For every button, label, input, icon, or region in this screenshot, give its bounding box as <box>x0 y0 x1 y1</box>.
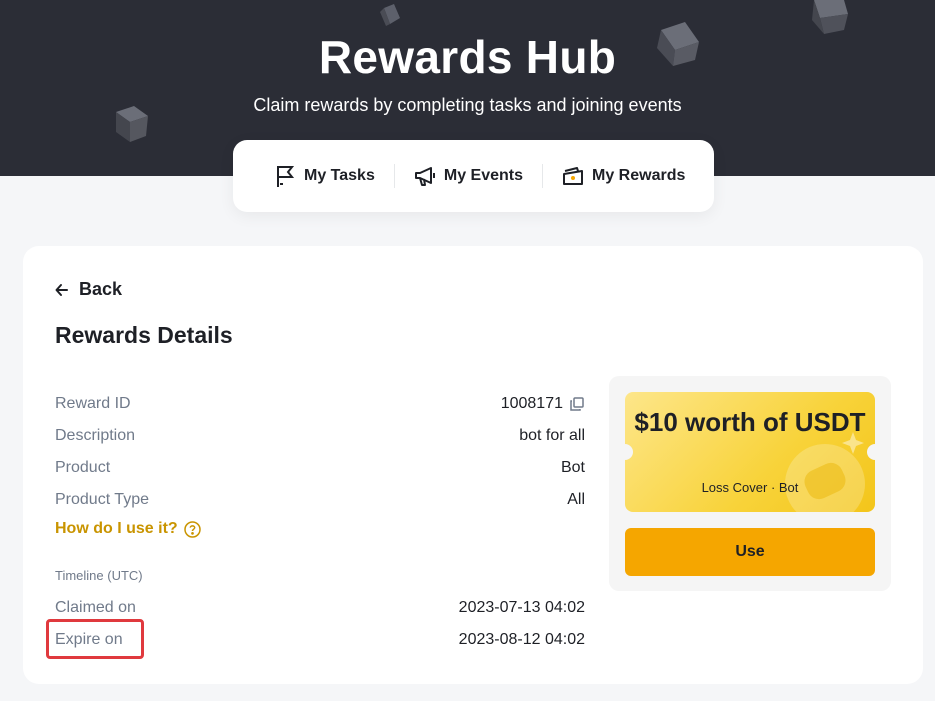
tab-my-events[interactable]: My Events <box>414 165 523 187</box>
tab-my-rewards[interactable]: My Rewards <box>562 165 685 187</box>
detail-row-description: Description bot for all <box>55 424 585 448</box>
detail-value: bot for all <box>519 427 585 444</box>
back-label: Back <box>79 279 123 299</box>
reward-id-value: 1008171 <box>500 395 563 412</box>
gift-box-decoration <box>812 0 848 34</box>
detail-value: 1008171 <box>501 395 585 413</box>
coupon-panel: $10 worth of USDT Loss Cover · Bot Use <box>609 376 891 591</box>
highlight-box <box>46 619 144 659</box>
arrow-left-icon <box>55 283 68 296</box>
detail-label: Product Type <box>55 491 149 508</box>
tab-bar: My Tasks My Events My Rewards <box>233 140 714 212</box>
gift-box-decoration <box>380 4 400 26</box>
use-button[interactable]: Use <box>625 528 875 576</box>
section-title: Rewards Details <box>55 322 233 348</box>
back-button[interactable]: Back <box>55 279 122 300</box>
detail-value: Bot <box>560 459 585 476</box>
coupon-subtitle: Loss Cover · Bot <box>701 480 799 495</box>
tab-label: My Events <box>443 167 523 184</box>
coupon-ticket: $10 worth of USDT Loss Cover · Bot <box>625 392 875 512</box>
page-subtitle: Claim rewards by completing tasks and jo… <box>253 95 682 115</box>
detail-row-reward-id: Reward ID 1008171 <box>55 392 585 416</box>
coupon-notch <box>625 444 633 460</box>
how-to-use-label: How do I use it? <box>55 520 178 537</box>
page-title: Rewards Hub <box>318 31 617 83</box>
detail-label: Description <box>55 427 136 444</box>
flag-icon <box>277 166 295 187</box>
tab-divider <box>542 164 543 188</box>
timeline-value: 2023-08-12 04:02 <box>458 631 585 648</box>
detail-row-product-type: Product Type All <box>55 488 585 512</box>
timeline-heading: Timeline (UTC) <box>55 568 143 583</box>
ticket-icon <box>563 167 583 185</box>
coupon-amount: $10 worth of USDT <box>634 407 866 437</box>
timeline-value: 2023-07-13 04:02 <box>458 599 585 616</box>
detail-label: Reward ID <box>55 395 131 412</box>
timeline-label: Claimed on <box>55 599 136 616</box>
tab-divider <box>393 164 395 188</box>
copy-icon[interactable] <box>569 396 585 412</box>
question-circle-icon <box>183 520 201 538</box>
how-to-use-link[interactable]: How do I use it? <box>55 520 201 538</box>
timeline-row-claimed: Claimed on 2023-07-13 04:02 <box>55 596 585 620</box>
tab-label: My Rewards <box>592 167 686 184</box>
megaphone-icon <box>414 167 435 186</box>
detail-label: Product <box>55 459 111 476</box>
tab-my-tasks[interactable]: My Tasks <box>274 164 375 188</box>
tab-label: My Tasks <box>304 167 375 184</box>
detail-row-product: Product Bot <box>55 456 585 480</box>
reward-details-card: Back Rewards Details Reward ID 1008171 D… <box>23 246 923 684</box>
detail-value: All <box>567 491 585 508</box>
